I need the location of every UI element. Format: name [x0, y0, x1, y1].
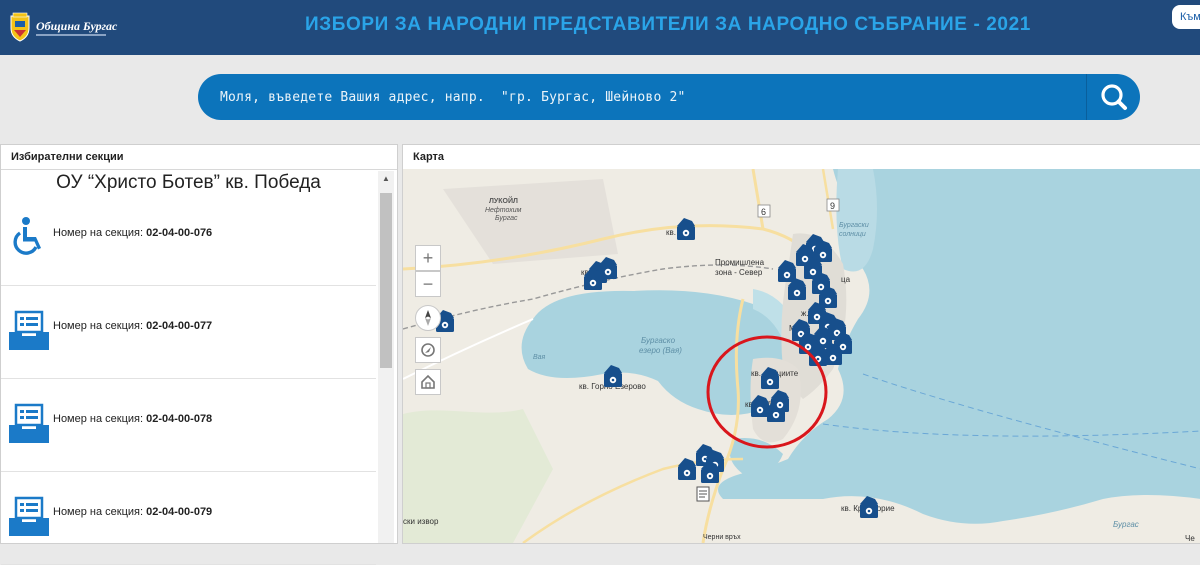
map-label-burgas-small: Бургас [495, 215, 518, 222]
school-name: ОУ “Христо Ботев” кв. Победа [56, 172, 321, 193]
panel-title-sections: Избирателни секции [1, 145, 397, 170]
burgas-municipality-logo[interactable]: Община Бургас [8, 10, 118, 44]
section-number-label: Номер на секция: 02-04-00-079 [53, 506, 213, 518]
map-view[interactable]: 6 9 ЛУКОЙЛ Нефтохим Бургас кв. кв. Проми… [403, 169, 1200, 543]
zoom-in-button[interactable]: + [415, 245, 441, 271]
map-label-neftochim: Нефтохим [485, 207, 522, 214]
wheelchair-icon [13, 217, 41, 255]
locate-button[interactable] [415, 337, 441, 363]
panel-title-map: Карта [403, 145, 1200, 170]
list-item[interactable]: Номер на секция: 02-04-00-079 [1, 472, 376, 565]
map-label-vaya: Вая [533, 354, 546, 361]
address-search-bar [198, 74, 1140, 120]
map-label-burgaski-solnitsi: Бургаски [839, 222, 869, 229]
map-label-burgaski-solnitsi-2: солници [839, 231, 866, 238]
list-item[interactable]: Номер на секция: 02-04-00-076 [1, 193, 376, 286]
map-label-partial-tsa: ца [841, 275, 851, 284]
address-search-input[interactable] [220, 74, 1080, 120]
ballot-box-icon [9, 310, 49, 350]
scroll-thumb[interactable] [380, 193, 392, 368]
search-button[interactable] [1088, 74, 1140, 120]
map-label-promishlena: Промишлена [715, 258, 765, 267]
section-number-label: Номер на секция: 02-04-00-076 [53, 227, 213, 239]
section-number-label: Номер на секция: 02-04-00-077 [53, 320, 213, 332]
map-label-zona-sever: зона - Север [715, 268, 763, 277]
logo-subtitle-line [36, 34, 106, 36]
home-button[interactable] [415, 369, 441, 395]
map-label-kv: кв. [666, 228, 676, 237]
svg-text:6: 6 [761, 207, 766, 217]
coat-of-arms-icon [10, 12, 30, 42]
scroll-up-arrow-icon[interactable]: ▲ [378, 171, 394, 187]
map-label-burgasko-ezero: Бургаско [641, 336, 676, 345]
compass-icon [425, 310, 431, 326]
page-title: ИЗБОРИ ЗА НАРОДНИ ПРЕДСТАВИТЕЛИ ЗА НАРОД… [305, 14, 1031, 35]
map-label-cherni-vrah: Черни връх [703, 534, 741, 541]
map-panel: Карта 6 9 ЛУКОЙЛ Нефтохим Бургас кв. кв.… [402, 144, 1200, 544]
map-label-lukoil: ЛУКОЙЛ [489, 196, 518, 205]
ballot-box-icon [9, 403, 49, 443]
home-icon [421, 374, 435, 389]
ballot-box-icon [9, 496, 49, 536]
top-bar: Община Бургас ИЗБОРИ ЗА НАРОДНИ ПРЕДСТАВ… [0, 0, 1200, 55]
zoom-out-button[interactable]: − [415, 271, 441, 297]
svg-text:9: 9 [830, 201, 835, 211]
logo-text: Община Бургас [36, 19, 118, 33]
map-label-iski-izvor: ски извор [403, 517, 439, 526]
search-divider [1086, 74, 1087, 120]
section-list: Номер на секция: 02-04-00-076 Номер на с… [1, 193, 376, 565]
map-label-burgasko-ezero-2: езеро (Вая) [639, 346, 682, 355]
map-label-burgas-sea: Бургас [1113, 520, 1139, 529]
locate-icon [421, 343, 435, 357]
list-item[interactable]: Номер на секция: 02-04-00-078 [1, 379, 376, 472]
compass-button[interactable] [415, 305, 441, 331]
polling-sections-panel: Избирателни секции ОУ “Христо Ботев” кв.… [0, 144, 398, 565]
scrollbar[interactable]: ▲ [378, 171, 394, 543]
map-canvas[interactable]: 6 9 ЛУКОЙЛ Нефтохим Бургас кв. кв. Проми… [403, 169, 1200, 543]
language-button[interactable]: Към [1172, 5, 1200, 29]
list-item[interactable]: Номер на секция: 02-04-00-077 [1, 286, 376, 379]
search-icon [1101, 84, 1127, 110]
section-number-label: Номер на секция: 02-04-00-078 [53, 413, 213, 425]
document-marker [696, 486, 710, 502]
